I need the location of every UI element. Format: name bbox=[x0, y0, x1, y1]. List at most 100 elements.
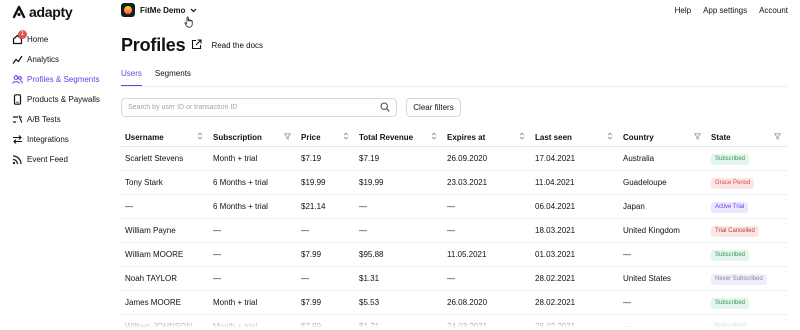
table-cell: $1.31 bbox=[359, 274, 380, 283]
table-cell: $7.99 bbox=[301, 322, 322, 330]
account-link[interactable]: Account bbox=[759, 6, 788, 15]
hand-cursor-icon bbox=[184, 16, 194, 28]
sidebar-item-home[interactable]: 1 Home bbox=[12, 29, 100, 49]
column-header[interactable]: Username bbox=[121, 128, 209, 146]
table-cell: 28.02.2021 bbox=[535, 298, 576, 307]
column-label: Total Revenue bbox=[359, 132, 414, 142]
sidebar-item-analytics[interactable]: Analytics bbox=[12, 49, 100, 69]
table-cell: $7.19 bbox=[359, 154, 380, 163]
status-badge: Grace Period bbox=[711, 177, 755, 189]
table-row[interactable]: William MOORE — $7.99 $95.88 11.05.2021 01.03… bbox=[121, 243, 787, 267]
table-body: Scarlett Stevens Month + trial $7.19 $7.19 2… bbox=[121, 147, 787, 330]
tab-users[interactable]: Users bbox=[121, 69, 142, 86]
sort-icon[interactable] bbox=[343, 132, 349, 142]
status-badge: Subscribed bbox=[711, 297, 750, 309]
column-header[interactable]: Total Revenue bbox=[355, 128, 443, 146]
state-cell: Never Subscribed bbox=[707, 273, 787, 285]
table-cell: — bbox=[359, 202, 367, 211]
table-cell: 28.02.2021 bbox=[535, 322, 576, 330]
adapty-logo[interactable]: adapty bbox=[12, 4, 73, 20]
table-cell: 11.05.2021 bbox=[447, 250, 487, 259]
column-header[interactable]: Expires at bbox=[443, 128, 531, 146]
table-row[interactable]: James MOORE Month + trial $7.99 $5.53 26.08.… bbox=[121, 291, 787, 315]
table-cell: $19.99 bbox=[301, 178, 326, 187]
ab-test-icon bbox=[12, 114, 23, 125]
sidebar-item-label: Analytics bbox=[27, 54, 60, 64]
clear-filters-button[interactable]: Clear filters bbox=[406, 98, 461, 117]
app-settings-link[interactable]: App settings bbox=[703, 6, 747, 15]
state-cell: Active Trial bbox=[707, 201, 787, 213]
sidebar: adapty 1 Home Analytics Profiles & Segme… bbox=[0, 0, 110, 330]
table-row[interactable]: William JOHNSON Month + trial $7.99 $1.71 24… bbox=[121, 315, 787, 330]
column-label: Subscription bbox=[213, 132, 262, 142]
sort-icon[interactable] bbox=[431, 132, 437, 142]
sort-icon[interactable] bbox=[519, 132, 525, 142]
table-header: Username Subscription Price Total Revenue Ex… bbox=[121, 128, 787, 147]
sort-icon[interactable] bbox=[197, 132, 203, 142]
state-cell: Grace Period bbox=[707, 177, 787, 189]
table-row[interactable]: Scarlett Stevens Month + trial $7.19 $7.19 2… bbox=[121, 147, 787, 171]
column-header[interactable]: Subscription bbox=[209, 128, 297, 146]
table-cell: — bbox=[213, 250, 221, 259]
table-cell: $95.88 bbox=[359, 250, 384, 259]
table-cell: — bbox=[301, 226, 309, 235]
sidebar-item-label: Products & Paywalls bbox=[27, 94, 100, 104]
filter-icon[interactable] bbox=[283, 132, 292, 142]
search-icon[interactable] bbox=[380, 101, 390, 114]
app-switcher[interactable]: FitMe Demo bbox=[121, 3, 197, 17]
table-cell: $21.14 bbox=[301, 202, 326, 211]
column-header[interactable]: Price bbox=[297, 128, 355, 146]
sidebar-item-label: Event Feed bbox=[27, 154, 68, 164]
table-cell: Australia bbox=[623, 154, 655, 163]
state-cell: Subscribed bbox=[707, 297, 787, 309]
brand-name: adapty bbox=[29, 4, 73, 20]
column-label: Username bbox=[125, 132, 164, 142]
table-cell: $1.71 bbox=[359, 322, 380, 330]
sidebar-item-label: Home bbox=[27, 34, 49, 44]
table-cell: — bbox=[447, 274, 455, 283]
external-link-icon[interactable] bbox=[191, 39, 202, 52]
table-cell: William MOORE bbox=[125, 250, 184, 259]
sidebar-item-integrations[interactable]: Integrations bbox=[12, 129, 100, 149]
sidebar-item-products-paywalls[interactable]: Products & Paywalls bbox=[12, 89, 100, 109]
app-name: FitMe Demo bbox=[140, 5, 186, 15]
table-cell: — bbox=[447, 202, 455, 211]
column-header[interactable]: Last seen bbox=[531, 128, 619, 146]
table-cell: 01.03.2021 bbox=[535, 250, 576, 259]
table-row[interactable]: William Payne — — — — 18.03.2021 United Kingdo… bbox=[121, 219, 787, 243]
sort-icon[interactable] bbox=[607, 132, 613, 142]
table-cell: 23.03.2021 bbox=[447, 178, 488, 187]
table-cell: Japan bbox=[623, 202, 645, 211]
table-cell: Noah TAYLOR bbox=[125, 274, 178, 283]
column-header[interactable]: Country bbox=[619, 128, 707, 146]
filter-icon[interactable] bbox=[693, 132, 702, 142]
sidebar-item-ab-tests[interactable]: A/B Tests bbox=[12, 109, 100, 129]
sidebar-item-event-feed[interactable]: Event Feed bbox=[12, 149, 100, 169]
read-docs-link[interactable]: Read the docs bbox=[211, 41, 263, 50]
title-row: Profiles Read the docs bbox=[121, 35, 263, 56]
table-cell: 28.02.2021 bbox=[535, 274, 576, 283]
sidebar-item-label: Integrations bbox=[27, 134, 69, 144]
table-cell: 11.04.2021 bbox=[535, 178, 575, 187]
table-cell: $7.99 bbox=[301, 298, 322, 307]
tab-segments[interactable]: Segments bbox=[155, 69, 191, 86]
filter-icon[interactable] bbox=[773, 132, 782, 142]
search-input[interactable] bbox=[128, 104, 380, 111]
table-cell: Guadeloupe bbox=[623, 178, 667, 187]
column-header[interactable]: State bbox=[707, 128, 787, 146]
table-cell: 17.04.2021 bbox=[535, 154, 576, 163]
column-label: Price bbox=[301, 132, 321, 142]
table-row[interactable]: Noah TAYLOR — — $1.31 — 28.02.2021 United Stat… bbox=[121, 267, 787, 291]
table-row[interactable]: — 6 Months + trial $21.14 — — 06.04.2021 Japan… bbox=[121, 195, 787, 219]
page-title: Profiles bbox=[121, 35, 186, 55]
sidebar-nav: 1 Home Analytics Profiles & Segments Pro… bbox=[12, 29, 100, 169]
sidebar-item-profiles-segments[interactable]: Profiles & Segments bbox=[12, 69, 100, 89]
status-badge: Never Subscribed bbox=[711, 273, 767, 285]
table-cell: William Payne bbox=[125, 226, 176, 235]
users-icon bbox=[12, 74, 23, 85]
table-row[interactable]: Tony Stark 6 Months + trial $19.99 $19.99 23… bbox=[121, 171, 787, 195]
column-label: Last seen bbox=[535, 132, 572, 142]
help-link[interactable]: Help bbox=[675, 6, 691, 15]
column-label: State bbox=[711, 132, 731, 142]
table-cell: United States bbox=[623, 274, 672, 283]
